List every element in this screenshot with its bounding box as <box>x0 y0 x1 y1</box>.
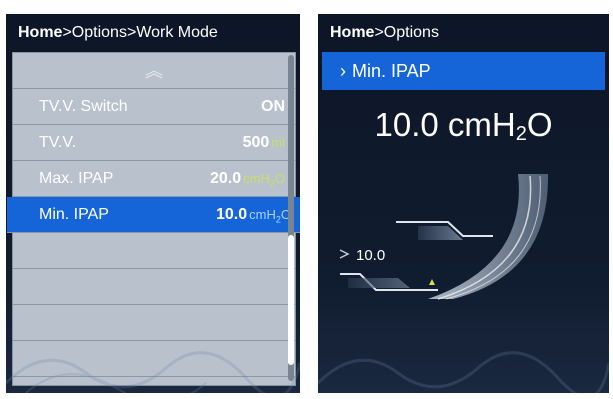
scrollbar[interactable] <box>288 55 294 381</box>
menu-item-label: TV.V. Switch <box>39 98 128 115</box>
menu-item-tvv[interactable]: TV.V. 500 ml <box>13 125 295 161</box>
chevron-right-icon: › <box>340 61 346 81</box>
breadcrumb: Home>Options>Work Mode <box>6 14 300 52</box>
menu-item-max-ipap[interactable]: Max. IPAP 20.0 cmH2O <box>13 161 295 197</box>
breadcrumb: Home>Options <box>318 14 609 52</box>
menu-item-tvv-switch[interactable]: TV.V. Switch ON <box>13 89 295 125</box>
value-main: 10.0 cmH <box>374 106 516 143</box>
scroll-up-icon[interactable]: ︽ <box>13 53 295 89</box>
value-text: 20.0 <box>210 170 242 187</box>
menu-item-empty <box>13 233 295 269</box>
menu-item-empty <box>13 305 295 341</box>
triangle-marker-icon <box>429 279 435 285</box>
menu-list: ︽ TV.V. Switch ON TV.V. 500 ml Max. IPAP … <box>7 52 300 386</box>
breadcrumb-home[interactable]: Home <box>330 24 374 41</box>
unit-text: cmH2O <box>243 171 285 189</box>
menu-item-empty <box>13 269 295 305</box>
unit-text: ml <box>271 135 285 150</box>
menu-item-value: 500 ml <box>243 125 285 161</box>
menu-item-min-ipap[interactable]: Min. IPAP 10.0 cmH2O <box>7 197 300 233</box>
background-ornament <box>318 351 609 393</box>
menu-item-value: 10.0 cmH2O <box>216 197 291 238</box>
value-text: 500 <box>242 134 270 151</box>
menu-item-label: Max. IPAP <box>39 170 114 187</box>
menu-item-value: ON <box>261 89 285 125</box>
menu-item-label: Min. IPAP <box>39 206 109 223</box>
breadcrumb-home[interactable]: Home <box>18 24 62 41</box>
value-subscript: 2 <box>515 123 527 145</box>
selected-parameter-label: Min. IPAP <box>352 61 431 81</box>
menu-item-label: TV.V. <box>39 134 77 151</box>
pointer-icon <box>339 249 350 259</box>
selected-parameter-bar[interactable]: › Min. IPAP <box>322 52 605 90</box>
breadcrumb-path: >Options>Work Mode <box>62 24 218 41</box>
menu-item-empty <box>13 341 295 377</box>
pressure-waveform-graphic: 10.0 <box>339 174 549 300</box>
work-mode-screen: Home>Options>Work Mode ︽ TV.V. Switch ON… <box>6 14 300 393</box>
value-text: ON <box>261 98 285 115</box>
parameter-detail-screen: Home>Options › Min. IPAP 10.0 cmH2O 10.0 <box>318 14 609 393</box>
scrollbar-thumb[interactable] <box>288 235 294 365</box>
breadcrumb-path: >Options <box>374 24 439 41</box>
value-text: 10.0 <box>216 206 248 223</box>
marker-value-label: 10.0 <box>356 247 385 264</box>
value-end: O <box>526 106 553 143</box>
parameter-value-display: 10.0 cmH2O <box>318 106 609 146</box>
menu-item-value: 20.0 cmH2O <box>210 161 285 202</box>
unit-text: cmH2O <box>249 207 291 225</box>
